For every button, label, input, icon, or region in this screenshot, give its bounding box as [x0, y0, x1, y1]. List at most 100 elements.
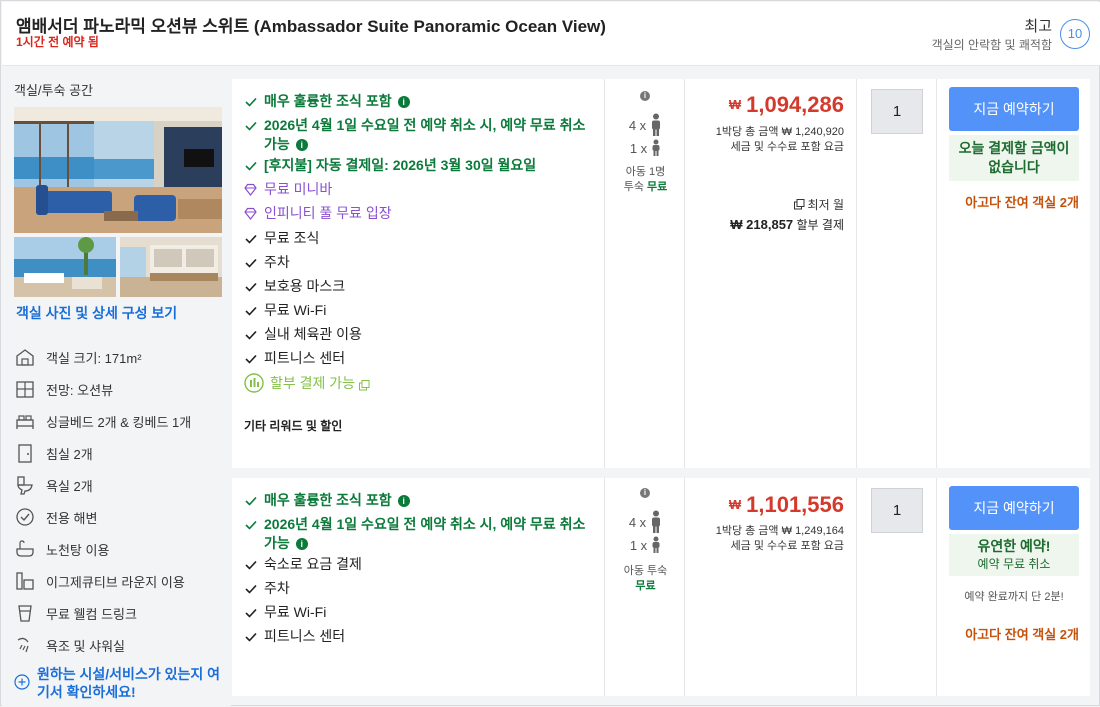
- offer-booking-2: 지금 예약하기 유연한 예약! 예약 무료 취소 예약 완료까지 단 2분! 아…: [938, 478, 1090, 696]
- feature-label: 숙소로 요금 결제: [264, 556, 362, 572]
- installment-label[interactable]: 최저 월: [793, 196, 844, 213]
- feature-item: 무료 Wi-Fi: [244, 301, 599, 320]
- room-quantity-select[interactable]: 1: [871, 89, 923, 134]
- feature-item: 2026년 4월 1일 수요일 전 예약 취소 시, 예약 무료 취소 가능 i: [244, 116, 599, 154]
- amenity-item: 싱글베드 2개 & 킹베드 1개: [14, 408, 229, 434]
- check-icon: [245, 97, 257, 107]
- feature-label: [후지불] 자동 결제일: 2026년 3월 30일 월요일: [264, 157, 537, 173]
- amenity-label: 무료 웰컴 드링크: [46, 606, 137, 622]
- room-quantity-select[interactable]: 1: [871, 488, 923, 533]
- adult-count: 4 x: [606, 113, 685, 137]
- recently-booked-badge: 1시간 전 예약 됨: [16, 35, 99, 49]
- check-icon: [245, 608, 257, 618]
- child-icon: [652, 536, 660, 553]
- offer-occupancy-1: i 4 x 1 x 아동 1명 투숙 무료: [606, 79, 685, 468]
- check-icon: [245, 234, 257, 244]
- installment-label-text: 최저 월: [807, 198, 844, 212]
- child-stay-note: 아동 1명 투숙 무료: [606, 165, 685, 195]
- amenity-label: 전망: 오션뷰: [46, 382, 114, 398]
- offer-price-1: ₩1,094,286 1박당 총 금액 ₩ 1,240,920 세금 및 수수료…: [686, 79, 857, 468]
- feature-item[interactable]: 할부 결제 가능: [244, 373, 599, 393]
- room-title: 앰배서더 파노라믹 오션뷰 스위트 (Ambassador Suite Pano…: [16, 17, 606, 36]
- feature-label: 보호용 마스크: [264, 278, 346, 294]
- rating-word: 최고: [1024, 18, 1052, 35]
- bed-icon: [16, 415, 34, 429]
- per-night-label: 1박당 총 금액: [715, 126, 779, 138]
- child-icon: [652, 139, 660, 156]
- feature-label: 2026년 4월 1일 수요일 전 예약 취소 시, 예약 무료 취소 가능: [264, 516, 586, 551]
- check-icon: [245, 258, 257, 268]
- feature-item: 무료 미니바: [244, 180, 599, 199]
- amenity-label: 이그제큐티브 라운지 이용: [46, 574, 185, 590]
- feature-label: 인피니티 풀 무료 입장: [264, 205, 392, 221]
- check-icon: [245, 520, 257, 530]
- flexible-booking-subtitle: 예약 무료 취소: [977, 557, 1051, 571]
- stay-label: 투숙: [623, 181, 644, 193]
- pay-later-text: 오늘 결제할 금액이 없습니다: [958, 140, 1070, 175]
- offer-features-2: 매우 훌륭한 조식 포함 i 2026년 4월 1일 수요일 전 예약 취소 시, …: [232, 478, 605, 696]
- amenity-search-link[interactable]: 원하는 시설/서비스가 있는지 여기서 확인하세요!: [14, 665, 229, 701]
- adult-icon: [652, 510, 661, 533]
- room-main-photo[interactable]: [14, 107, 222, 233]
- feature-item: 매우 훌륭한 조식 포함 i: [244, 491, 599, 510]
- feature-item: 2026년 4월 1일 수요일 전 예약 취소 시, 예약 무료 취소 가능 i: [244, 515, 599, 553]
- rating-description: 객실의 안락함 및 쾌적함: [931, 38, 1052, 52]
- flexible-booking-title: 유연한 예약!: [977, 538, 1051, 554]
- installment-icon: [244, 373, 264, 393]
- feature-label: 실내 체육관 이용: [264, 326, 362, 342]
- child-count: 1 x: [606, 536, 685, 554]
- room-size-icon: [16, 349, 34, 366]
- feature-label: 피트니스 센터: [264, 628, 346, 644]
- amenity-label: 침실 2개: [46, 446, 93, 462]
- feature-item: 인피니티 풀 무료 입장: [244, 204, 599, 223]
- drink-icon: [18, 605, 32, 622]
- info-icon[interactable]: i: [295, 139, 308, 151]
- external-link-icon: [359, 379, 370, 390]
- check-icon: [245, 560, 257, 570]
- flexible-booking-note: 유연한 예약! 예약 무료 취소: [949, 534, 1079, 576]
- bathtub-icon: [16, 540, 34, 557]
- feature-item: 피트니스 센터: [244, 349, 599, 368]
- price-breakdown: 1박당 총 금액 ₩ 1,240,920 세금 및 수수료 포함 요금: [716, 125, 844, 155]
- offer-booking-1: 지금 예약하기 오늘 결제할 금액이 없습니다 아고다 잔여 객실 2개: [938, 79, 1090, 468]
- book-now-button[interactable]: 지금 예약하기: [949, 87, 1079, 131]
- info-icon[interactable]: i: [640, 488, 650, 498]
- other-rewards-label: 기타 리워드 및 할인: [244, 419, 343, 433]
- child-stay-note: 아동 투숙 무료: [606, 564, 685, 594]
- adult-count-label: 4 x: [628, 117, 647, 133]
- check-icon: [245, 282, 257, 292]
- room-info-column: 객실/투숙 공간 객실 사진 및 상세 구성 보기 객실 크기: 171m² 전…: [2, 67, 231, 707]
- feature-item: 주차: [244, 579, 599, 598]
- info-icon[interactable]: i: [295, 538, 308, 550]
- info-icon[interactable]: i: [640, 91, 650, 101]
- offer-occupancy-2: i 4 x 1 x 아동 투숙 무료: [606, 478, 685, 696]
- info-icon[interactable]: i: [397, 96, 410, 108]
- door-icon: [18, 444, 32, 463]
- feature-item: 실내 체육관 이용: [244, 325, 599, 344]
- free-label: 무료: [635, 580, 656, 592]
- check-icon: [245, 330, 257, 340]
- feature-item: 무료 조식: [244, 229, 599, 248]
- per-night-label: 1박당 총 금액: [715, 525, 779, 537]
- price-value: 1,094,286: [746, 92, 844, 117]
- room-photo-bathroom[interactable]: [120, 237, 222, 297]
- offer-quantity-2: 1: [858, 478, 937, 696]
- amenity-item: 전망: 오션뷰: [14, 376, 229, 402]
- room-photo-balcony[interactable]: [14, 237, 116, 297]
- amenity-item: 이그제큐티브 라운지 이용: [14, 568, 229, 594]
- lounge-icon: [16, 572, 34, 590]
- feature-label: 주차: [264, 580, 290, 596]
- currency-symbol: ₩: [728, 497, 742, 512]
- child-count: 1 x: [606, 139, 685, 157]
- feature-item: 숙소로 요금 결제: [244, 555, 599, 574]
- currency-symbol: ₩: [728, 97, 742, 112]
- room-section-label: 객실/투숙 공간: [14, 83, 93, 98]
- check-circle-icon: [16, 508, 34, 526]
- info-icon[interactable]: i: [397, 495, 410, 507]
- amenity-label: 욕실 2개: [46, 478, 93, 494]
- feature-item: 매우 훌륭한 조식 포함 i: [244, 92, 599, 111]
- toilet-icon: [17, 476, 33, 495]
- room-photos-link[interactable]: 객실 사진 및 상세 구성 보기: [16, 303, 177, 323]
- offer-price-2: ₩1,101,556 1박당 총 금액 ₩ 1,249,164 세금 및 수수료…: [686, 478, 857, 696]
- book-now-button[interactable]: 지금 예약하기: [949, 486, 1079, 530]
